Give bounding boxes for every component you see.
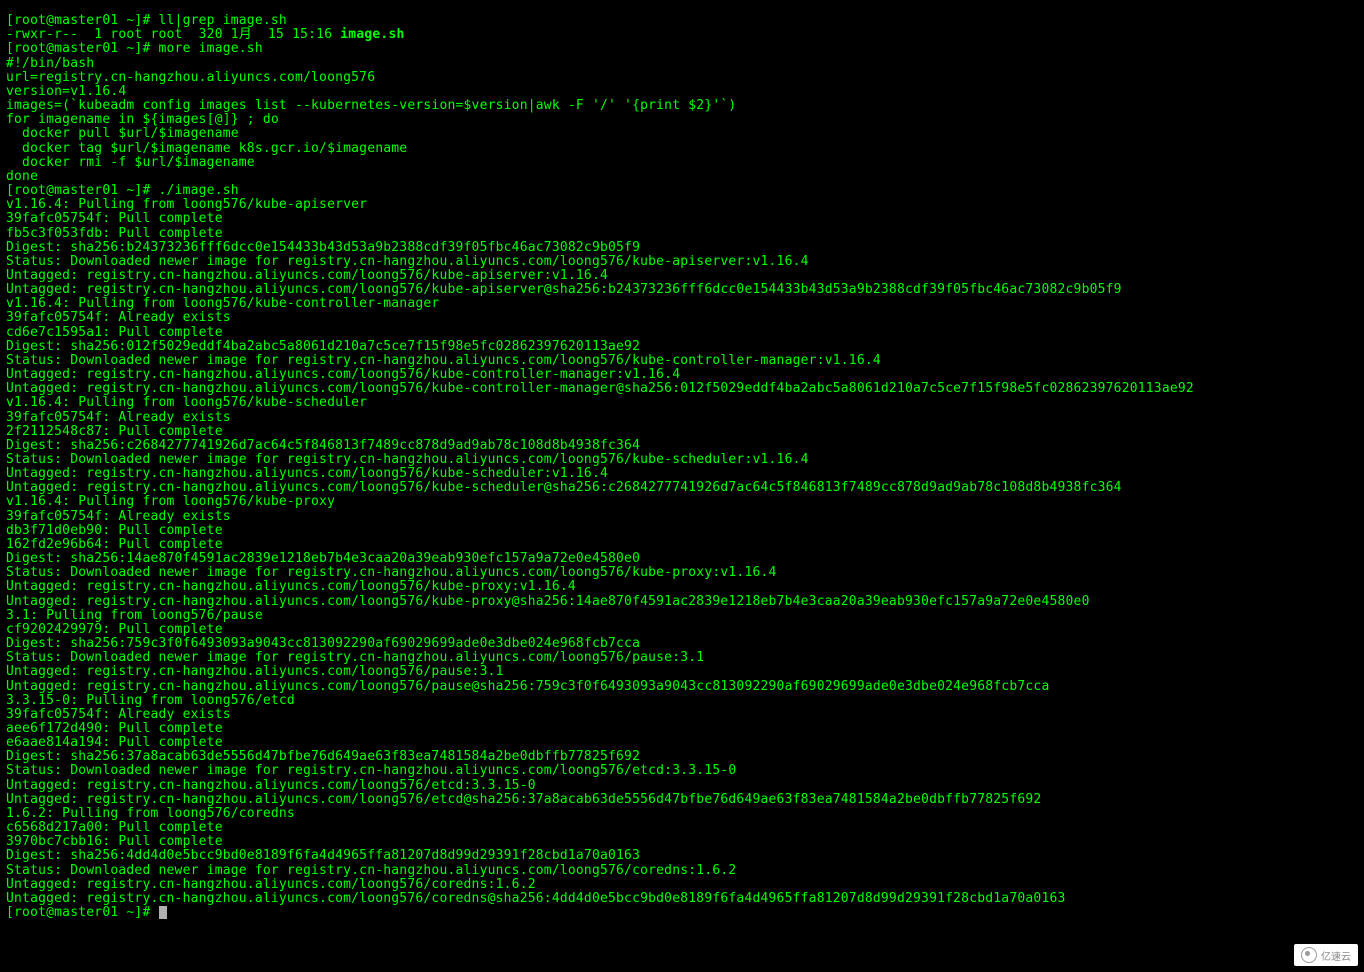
- terminal-output[interactable]: [root@master01 ~]# ll|grep image.sh -rwx…: [0, 0, 1364, 920]
- terminal-cursor: [159, 906, 167, 919]
- watermark-text: 亿速云: [1321, 948, 1351, 963]
- watermark-badge: 亿速云: [1294, 944, 1358, 966]
- watermark-logo-icon: [1301, 947, 1317, 963]
